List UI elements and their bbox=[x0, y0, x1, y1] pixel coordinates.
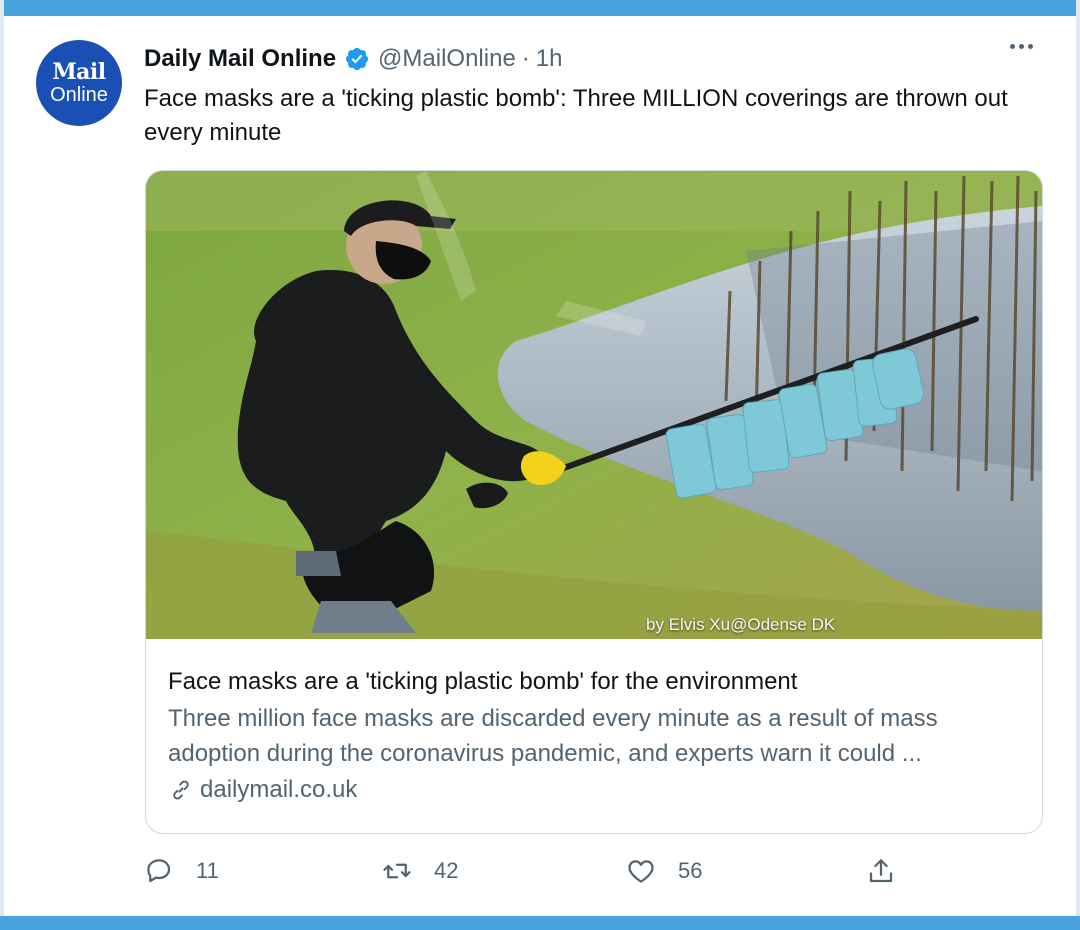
reply-count: 11 bbox=[196, 858, 219, 883]
like-button[interactable]: 56 bbox=[626, 856, 702, 886]
link-preview-card[interactable]: by Elvis Xu@Odense DK Face masks are a '… bbox=[145, 170, 1043, 834]
like-count: 56 bbox=[678, 858, 703, 883]
more-horizontal-icon[interactable] bbox=[1010, 44, 1033, 49]
header-separator: · bbox=[521, 45, 530, 72]
card-title: Face masks are a 'ticking plastic bomb' … bbox=[168, 668, 798, 695]
card-body: Face masks are a 'ticking plastic bomb' … bbox=[168, 665, 1028, 807]
heart-icon bbox=[628, 860, 654, 883]
window-bottom-border bbox=[0, 916, 1080, 930]
tweet-text: Face masks are a 'ticking plastic bomb':… bbox=[144, 85, 1008, 146]
reply-button[interactable]: 11 bbox=[144, 856, 219, 886]
tweet-header: Daily Mail Online @MailOnline · 1h bbox=[144, 42, 563, 76]
window-left-border bbox=[0, 0, 4, 930]
tweet-actions: 11 42 56 bbox=[144, 856, 904, 890]
share-button[interactable] bbox=[866, 856, 896, 886]
card-domain[interactable]: dailymail.co.uk bbox=[200, 773, 357, 807]
avatar[interactable]: Mail Online bbox=[36, 40, 122, 126]
article-photo[interactable] bbox=[146, 171, 1042, 639]
image-credit-watermark: by Elvis Xu@Odense DK bbox=[646, 615, 836, 634]
retweet-button[interactable]: 42 bbox=[382, 856, 458, 886]
card-link[interactable]: dailymail.co.uk bbox=[168, 773, 1028, 807]
link-icon bbox=[173, 780, 189, 800]
display-name[interactable]: Daily Mail Online bbox=[144, 45, 336, 73]
tweet-timestamp[interactable]: 1h bbox=[536, 45, 563, 73]
avatar-logo-line1: Mail bbox=[52, 59, 106, 85]
window-top-border bbox=[0, 0, 1080, 16]
window-right-border bbox=[1076, 0, 1080, 930]
share-icon bbox=[869, 859, 893, 883]
user-handle[interactable]: @MailOnline bbox=[378, 45, 516, 73]
retweet-icon bbox=[383, 863, 411, 879]
card-description: Three million face masks are discarded e… bbox=[168, 705, 938, 767]
avatar-logo-line2: Online bbox=[50, 84, 108, 106]
retweet-count: 42 bbox=[434, 858, 459, 883]
reply-icon bbox=[147, 859, 171, 883]
verified-badge-icon bbox=[345, 47, 369, 71]
